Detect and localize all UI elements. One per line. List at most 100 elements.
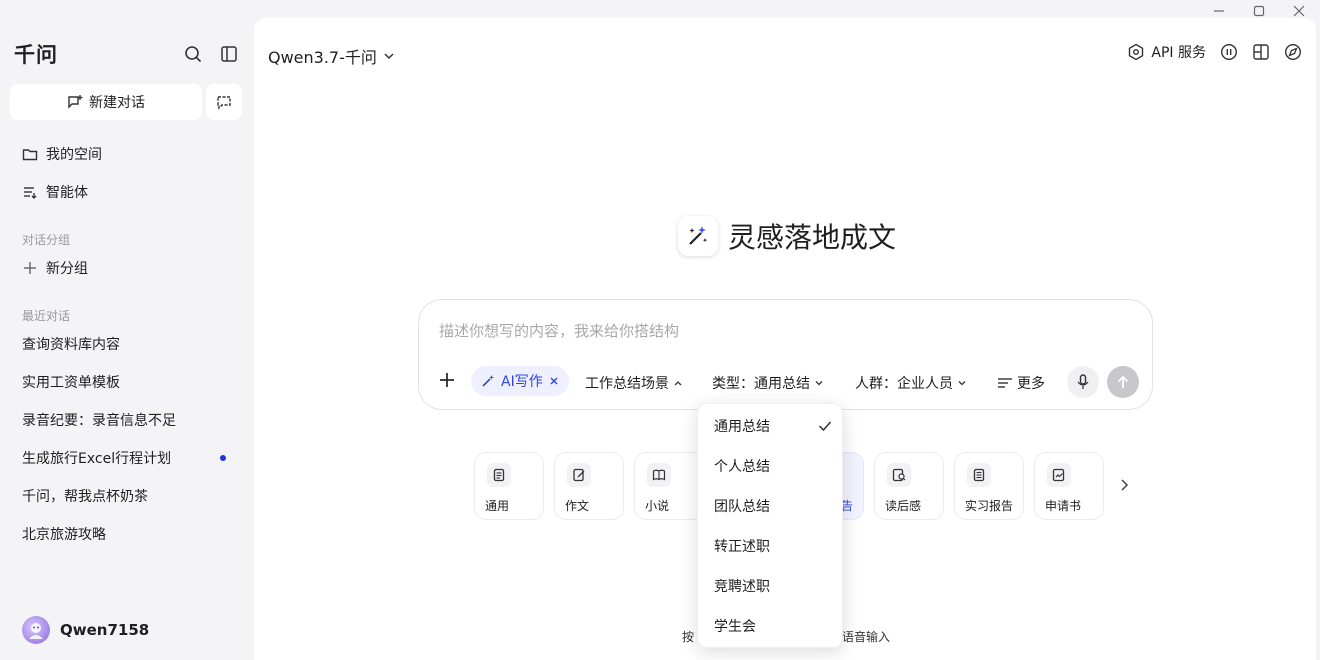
new-chat-icon xyxy=(68,95,83,109)
option-label: 学生会 xyxy=(714,619,756,635)
sidebar-item-label: 我的空间 xyxy=(46,147,102,163)
card-label: 小说 xyxy=(645,499,670,513)
chevron-up-icon xyxy=(674,381,682,386)
dropdown-option-student-union[interactable]: 学生会 xyxy=(714,616,832,636)
close-icon[interactable] xyxy=(549,376,559,386)
dropdown-option-team[interactable]: 团队总结 xyxy=(714,496,832,516)
check-icon xyxy=(818,421,832,432)
send-button[interactable] xyxy=(1107,366,1139,398)
type-dropdown-menu: 通用总结 个人总结 团队总结 转正述职 竞聘述职 学生会 xyxy=(697,403,843,648)
audience-label: 人群：企业人员 xyxy=(855,376,953,392)
conversation-title: 生成旅行Excel行程计划 xyxy=(22,451,172,467)
sidebar-item-my-space[interactable]: 我的空间 xyxy=(22,144,102,164)
sidebar-item-label: 智能体 xyxy=(46,185,88,201)
conversation-title: 录音纪要：录音信息不足 xyxy=(22,413,176,429)
more-options-button[interactable]: 更多 xyxy=(997,373,1045,393)
folder-icon xyxy=(22,149,38,161)
writing-magic-icon xyxy=(678,216,718,256)
conversation-item[interactable]: 北京旅游攻略 xyxy=(22,524,232,544)
scene-selector[interactable]: 工作总结场景 xyxy=(585,373,683,393)
plus-icon xyxy=(24,262,36,274)
chat-bubble-icon xyxy=(217,96,231,110)
edit-doc-icon xyxy=(567,463,591,487)
conversation-title: 查询资料库内容 xyxy=(22,337,120,353)
conversation-item[interactable]: 实用工资单模板 xyxy=(22,372,232,392)
chevron-down-icon xyxy=(815,381,823,386)
api-icon xyxy=(1129,43,1144,61)
card-label: 申请书 xyxy=(1045,499,1082,513)
audience-selector[interactable]: 人群：企业人员 xyxy=(855,373,967,393)
template-card-application[interactable]: 申请书 xyxy=(1034,452,1104,520)
sidebar-toggle-icon[interactable] xyxy=(218,43,240,65)
add-attachment-icon[interactable] xyxy=(437,370,457,390)
conversation-title: 实用工资单模板 xyxy=(22,375,120,391)
chevron-right-icon[interactable] xyxy=(1116,476,1134,494)
dropdown-option-probation[interactable]: 转正述职 xyxy=(714,536,832,556)
sidebar-header: 千问 xyxy=(14,40,240,68)
hero-title: 灵感落地成文 xyxy=(728,221,897,254)
magic-pen-icon xyxy=(482,375,494,387)
api-service-label: API 服务 xyxy=(1151,45,1206,61)
microphone-button[interactable] xyxy=(1067,366,1099,398)
compass-icon[interactable] xyxy=(1284,43,1302,61)
template-card-novel[interactable]: 小说 xyxy=(634,452,704,520)
card-label: 通用 xyxy=(485,499,510,513)
type-selector[interactable]: 类型：通用总结 xyxy=(712,373,824,393)
template-card-general[interactable]: 通用 xyxy=(474,452,544,520)
template-card-essay[interactable]: 作文 xyxy=(554,452,624,520)
search-icon[interactable] xyxy=(182,43,204,65)
microphone-icon xyxy=(1077,374,1089,389)
chat-history-button[interactable] xyxy=(206,84,242,120)
card-label: 作文 xyxy=(565,499,590,513)
more-label: 更多 xyxy=(1017,376,1045,392)
chevron-down-icon xyxy=(958,381,966,386)
template-card-internship[interactable]: 实习报告 xyxy=(954,452,1024,520)
type-label: 类型：通用总结 xyxy=(712,376,810,392)
conversation-item[interactable]: 生成旅行Excel行程计划 xyxy=(22,448,232,468)
option-label: 团队总结 xyxy=(714,499,770,515)
arrow-up-icon xyxy=(1117,375,1129,388)
conversation-item[interactable]: 录音纪要：录音信息不足 xyxy=(22,410,232,430)
option-label: 竞聘述职 xyxy=(714,579,770,595)
dropdown-option-competition[interactable]: 竞聘述职 xyxy=(714,576,832,596)
conversation-item[interactable]: 千问，帮我点杯奶茶 xyxy=(22,486,232,506)
sidebar: 千问 新建对话 我的空间 智能体 对话分组 新分组 最近对话 查询资料库内容 实… xyxy=(0,0,254,660)
layout-icon[interactable] xyxy=(1252,43,1270,61)
conversation-title: 千问，帮我点杯奶茶 xyxy=(22,489,148,505)
shortcut-hint-prefix: 按 xyxy=(682,630,695,644)
header-actions: API 服务 xyxy=(1127,42,1302,62)
card-label: 读后感 xyxy=(885,499,922,513)
reading-icon xyxy=(887,463,911,487)
username: Qwen7158 xyxy=(60,621,150,639)
book-icon xyxy=(647,463,671,487)
report-doc-icon xyxy=(967,463,991,487)
dropdown-option-personal[interactable]: 个人总结 xyxy=(714,456,832,476)
shortcut-hint-suffix: 语音输入 xyxy=(842,630,891,644)
new-group-label: 新分组 xyxy=(46,261,88,277)
sidebar-item-agents[interactable]: 智能体 xyxy=(22,182,88,202)
menu-lines-icon xyxy=(998,378,1012,388)
new-chat-label: 新建对话 xyxy=(89,95,145,111)
new-chat-button[interactable]: 新建对话 xyxy=(10,84,202,120)
application-icon xyxy=(1047,463,1071,487)
pause-circle-icon[interactable] xyxy=(1220,43,1238,61)
conversation-item[interactable]: 查询资料库内容 xyxy=(22,334,232,354)
chevron-down-icon xyxy=(384,53,394,60)
agent-list-icon xyxy=(24,187,37,199)
option-label: 通用总结 xyxy=(714,419,770,435)
model-selector[interactable]: Qwen3.7-千问 xyxy=(268,44,395,68)
prompt-input[interactable]: 描述你想写的内容，我来给你搭结构 xyxy=(439,320,679,341)
template-card-reading[interactable]: 读后感 xyxy=(874,452,944,520)
new-chat-row: 新建对话 xyxy=(10,84,242,120)
recent-section-label: 最近对话 xyxy=(22,309,71,323)
brand-logo: 千问 xyxy=(14,43,58,67)
composer[interactable]: 描述你想写的内容，我来给你搭结构 AI写作 工作总结场景 类型：通用总结 人群：… xyxy=(418,299,1153,410)
scene-label: 工作总结场景 xyxy=(585,376,669,392)
dropdown-option-general[interactable]: 通用总结 xyxy=(714,416,832,436)
ai-writing-chip[interactable]: AI写作 xyxy=(471,366,569,396)
api-service-button[interactable]: API 服务 xyxy=(1127,42,1206,62)
new-group-button[interactable]: 新分组 xyxy=(22,258,88,278)
user-profile[interactable]: Qwen7158 xyxy=(22,616,149,644)
card-label: 实习报告 xyxy=(965,499,1014,513)
unread-dot xyxy=(220,455,226,461)
